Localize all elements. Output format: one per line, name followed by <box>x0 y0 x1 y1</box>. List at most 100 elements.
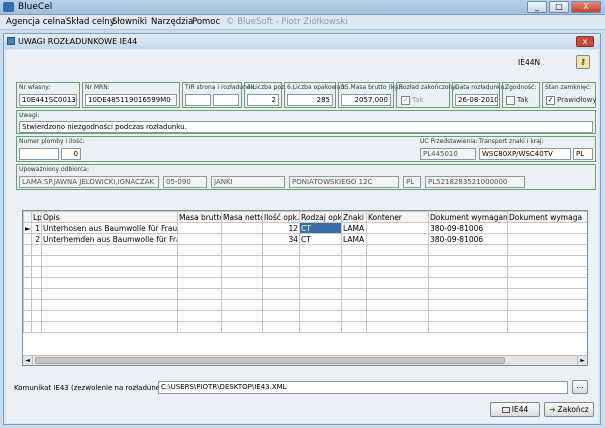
col-lp[interactable]: Lp <box>31 211 42 223</box>
empty-cell <box>262 299 300 311</box>
empty-cell <box>23 255 32 267</box>
tir-rozladunek-field[interactable] <box>213 94 239 106</box>
zakoncz-button[interactable]: ➜ Zakończ <box>544 402 594 417</box>
scroll-right-arrow-icon[interactable]: ► <box>577 356 587 365</box>
odbiorca-nr-field[interactable]: PL5218283521000000 <box>425 176 525 188</box>
close-button[interactable]: X <box>571 1 601 13</box>
nr-wlasny-field[interactable]: 10E441SC0013 <box>19 94 77 106</box>
empty-row <box>23 299 587 311</box>
key-button[interactable]: ⚷ <box>576 55 590 69</box>
empty-cell <box>177 288 222 300</box>
cell-dokument2[interactable] <box>507 222 587 234</box>
col-masa-brutto[interactable]: Masa brutto <box>177 211 222 223</box>
masa-brutto-field[interactable]: 2057,000 <box>341 94 391 106</box>
ie44-button[interactable]: IE44 <box>490 402 540 417</box>
col-rodzaj-opk[interactable]: Rodzaj opk. <box>299 211 342 223</box>
empty-cell <box>299 244 342 256</box>
cell-masa-brutto[interactable] <box>177 233 222 245</box>
empty-cell <box>262 288 300 300</box>
data-rozladunku-label: Data rozładunku: <box>455 84 507 91</box>
odbiorca-kod-field[interactable]: 05-090 <box>163 176 207 188</box>
transport-kraj-field[interactable]: PL <box>573 148 593 160</box>
col-ilosc-opk[interactable]: Ilość opk. <box>262 211 300 223</box>
odbiorca-label: Upoważniony odbiorca: <box>19 166 89 173</box>
empty-cell <box>507 288 587 300</box>
liczba-poz-field[interactable]: 2 <box>247 94 279 106</box>
plomby-nr-field[interactable] <box>19 148 59 160</box>
cell-dokument2[interactable] <box>507 233 587 245</box>
col-dokument-wymagany[interactable]: Dokument wymagany <box>428 211 508 223</box>
rozladunek-label: Rozład zakończony: <box>399 84 458 91</box>
browse-button[interactable]: ... <box>572 380 588 394</box>
odbiorca-nazwa-field[interactable]: LAMA SP.JAWNA JELOWICKI,IGNACZAK <box>19 176 159 188</box>
tir-strona-field[interactable] <box>185 94 211 106</box>
cell-masa-netto[interactable] <box>221 222 263 234</box>
empty-cell <box>341 288 367 300</box>
cell-rodzaj[interactable]: CT <box>299 222 342 234</box>
cell-dokument[interactable]: 380-09-81006 <box>428 233 508 245</box>
empty-cell <box>299 310 342 322</box>
zakoncz-button-label: Zakończ <box>557 405 589 414</box>
cell-lp[interactable]: 1 <box>31 222 42 234</box>
cell-rodzaj[interactable]: CT <box>299 233 342 245</box>
cell-masa-netto[interactable] <box>221 233 263 245</box>
cell-opis[interactable]: Unterhemden aus Baumwolle für Frau <box>41 233 178 245</box>
cell-znaki[interactable]: LAMA <box>341 233 367 245</box>
transport-field[interactable]: WSC80XP/WSC40TV <box>479 148 571 160</box>
rozladunek-checkbox[interactable]: ✓ <box>401 96 410 105</box>
cell-znaki[interactable]: LAMA <box>341 222 367 234</box>
menu-pomoc[interactable]: Pomoc <box>192 17 220 27</box>
table-row[interactable]: ► 1 Unterhosen aus Baumwolle für Frauen … <box>23 222 587 234</box>
scroll-thumb[interactable] <box>35 357 505 364</box>
grid-header-marker <box>23 211 32 223</box>
nr-mrn-field[interactable]: 10DE485119016599M0 <box>85 94 177 106</box>
plomby-ilosc-field[interactable]: 0 <box>61 148 81 160</box>
stan-zamkniec-checkbox[interactable]: ✓ <box>546 96 555 105</box>
cell-dokument[interactable]: 380-09-81006 <box>428 222 508 234</box>
col-znaki[interactable]: Znaki <box>341 211 367 223</box>
empty-cell <box>31 255 42 267</box>
empty-cell <box>341 310 367 322</box>
odbiorca-miasto-field[interactable]: JANKI <box>211 176 285 188</box>
uc-field[interactable]: PL445010 <box>420 148 476 160</box>
cell-opis[interactable]: Unterhosen aus Baumwolle für Frauen <box>41 222 178 234</box>
cell-ilosc[interactable]: 12 <box>262 222 300 234</box>
items-grid[interactable]: Lp Opis Masa brutto Masa netto Ilość opk… <box>22 210 588 366</box>
cell-ilosc[interactable]: 34 <box>262 233 300 245</box>
col-dokument-wymaga[interactable]: Dokument wymaga <box>507 211 587 223</box>
data-rozladunku-group: Data rozładunku: 26-08-2010 <box>452 82 506 108</box>
empty-cell <box>23 266 32 278</box>
col-kontener[interactable]: Kontener <box>366 211 429 223</box>
table-row[interactable]: 2 Unterhemden aus Baumwolle für Frau 34 … <box>23 233 587 245</box>
odbiorca-kraj-field[interactable]: PL <box>403 176 421 188</box>
komunikat-field[interactable]: C:\USERS\PIOTR\DESKTOP\IE43.XML <box>158 381 568 394</box>
print-icon <box>501 407 510 413</box>
cell-lp[interactable]: 2 <box>31 233 42 245</box>
liczba-opak-field[interactable]: 285 <box>287 94 333 106</box>
uwagi-field[interactable]: Stwierdzono niezgodności podczas rozładu… <box>19 121 593 133</box>
menu-sklad-celny[interactable]: Skład celny <box>66 17 115 27</box>
cell-masa-brutto[interactable] <box>177 222 222 234</box>
cell-kontener[interactable] <box>366 233 429 245</box>
window-close-button[interactable]: x <box>576 36 594 47</box>
cell-kontener[interactable] <box>366 222 429 234</box>
menu-narzedzia[interactable]: Narzędzia <box>151 17 193 27</box>
empty-cell <box>262 255 300 267</box>
odbiorca-ulica-field[interactable]: PONIATOWSKIEGO 12C <box>289 176 399 188</box>
scroll-left-arrow-icon[interactable]: ◄ <box>23 356 33 365</box>
col-masa-netto[interactable]: Masa netto <box>221 211 263 223</box>
exit-icon: ➜ <box>549 405 556 414</box>
empty-cell <box>262 310 300 322</box>
empty-cell <box>299 288 342 300</box>
maximize-button[interactable]: □ <box>549 1 569 13</box>
menu-slowniki[interactable]: Słowniki <box>112 17 147 27</box>
empty-cell <box>507 244 587 256</box>
horizontal-scrollbar[interactable]: ◄ ► <box>23 355 587 365</box>
empty-cell <box>41 266 178 278</box>
zgodnosc-checkbox[interactable] <box>506 96 515 105</box>
empty-cell <box>31 244 42 256</box>
col-opis[interactable]: Opis <box>41 211 178 223</box>
minimize-button[interactable]: _ <box>527 1 547 13</box>
data-rozladunku-field[interactable]: 26-08-2010 <box>455 94 498 106</box>
menu-agencja-celna[interactable]: Agencja celna <box>6 17 66 27</box>
